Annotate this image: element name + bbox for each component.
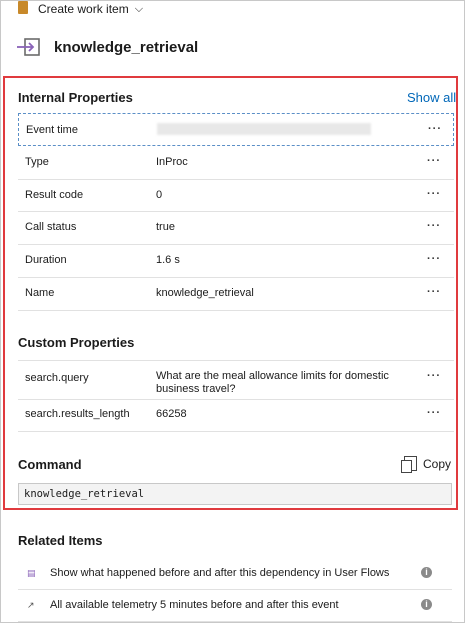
user-flows-icon: ▤ — [27, 568, 36, 578]
show-all-link[interactable]: Show all — [407, 90, 456, 105]
copy-button[interactable]: Copy — [401, 456, 452, 473]
property-row-duration[interactable]: Duration 1.6 s ··· — [18, 244, 454, 278]
property-key: Event time — [26, 124, 78, 136]
more-options-icon[interactable]: ··· — [427, 155, 441, 167]
property-row-type[interactable]: Type InProc ··· — [18, 146, 454, 180]
more-options-icon[interactable]: ··· — [427, 286, 441, 298]
page-title-row: knowledge_retrieval — [16, 36, 198, 58]
create-work-item-menu[interactable]: Create work item ⌵ — [18, 0, 143, 18]
more-options-icon[interactable]: ··· — [427, 407, 441, 419]
work-item-icon — [18, 0, 28, 14]
related-item-telemetry[interactable]: ↗ All available telemetry 5 minutes befo… — [18, 590, 452, 622]
property-row-result-code[interactable]: Result code 0 ··· — [18, 179, 454, 212]
more-options-icon[interactable]: ··· — [427, 370, 441, 382]
info-icon[interactable]: i — [421, 599, 432, 610]
property-key: search.query — [25, 372, 89, 384]
custom-row-results-length[interactable]: search.results_length 66258 ··· — [18, 399, 454, 432]
property-row-event-time[interactable]: Event time ··· — [18, 113, 454, 146]
property-key: search.results_length — [25, 408, 130, 420]
page-title: knowledge_retrieval — [54, 38, 199, 56]
command-heading: Command — [18, 457, 82, 472]
info-icon[interactable]: i — [421, 567, 432, 578]
chevron-down-icon: ⌵ — [134, 2, 144, 15]
copy-label: Copy — [423, 456, 452, 471]
more-options-icon[interactable]: ··· — [427, 253, 441, 265]
property-value-redacted — [157, 123, 407, 139]
property-key: Name — [25, 287, 55, 299]
property-key: Result code — [25, 189, 84, 201]
property-value: 66258 — [156, 408, 187, 420]
property-value: InProc — [156, 156, 188, 168]
property-row-call-status[interactable]: Call status true ··· — [18, 211, 454, 245]
internal-properties-heading: Internal Properties — [18, 90, 133, 105]
more-options-icon[interactable]: ··· — [427, 188, 441, 200]
related-item-user-flows[interactable]: ▤ Show what happened before and after th… — [18, 558, 452, 590]
dependency-icon — [17, 38, 40, 56]
property-key: Call status — [25, 221, 77, 233]
property-key: Duration — [25, 254, 67, 266]
custom-row-search-query[interactable]: search.query What are the meal allowance… — [18, 360, 454, 400]
related-item-label: All available telemetry 5 minutes before… — [50, 599, 339, 611]
create-work-item-label: Create work item — [38, 2, 129, 16]
property-value: true — [156, 221, 175, 233]
more-options-icon[interactable]: ··· — [428, 123, 442, 135]
related-item-label: Show what happened before and after this… — [50, 567, 390, 579]
more-options-icon[interactable]: ··· — [427, 220, 441, 232]
copy-icon — [401, 456, 417, 473]
related-items-heading: Related Items — [18, 533, 103, 548]
property-key: Type — [25, 156, 49, 168]
arrow-icon: ↗ — [27, 600, 35, 610]
property-value: knowledge_retrieval — [156, 287, 254, 299]
property-row-name[interactable]: Name knowledge_retrieval ··· — [18, 277, 454, 311]
custom-properties-heading: Custom Properties — [18, 335, 135, 350]
command-text-box[interactable]: knowledge_retrieval — [18, 483, 452, 505]
property-value: 0 — [156, 189, 163, 201]
property-value: What are the meal allowance limits for d… — [156, 370, 389, 395]
property-value: 1.6 s — [156, 254, 180, 266]
